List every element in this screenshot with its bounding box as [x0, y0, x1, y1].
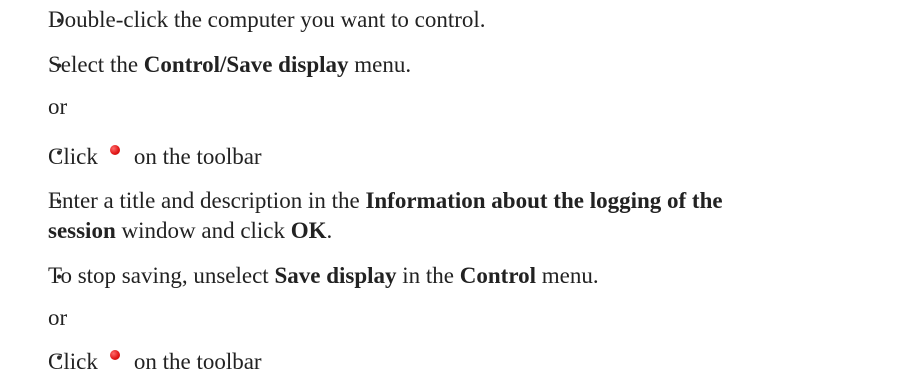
step-text: session window and click OK. [48, 218, 333, 243]
list-item-click-toolbar-stop: • Click on the toolbar [48, 348, 901, 374]
list-item-enter-title-continued: session window and click OK. [48, 219, 901, 243]
list-item-double-click: • Double-click the computer you want to … [48, 8, 901, 32]
step-text: To stop saving, unselect Save display in… [48, 263, 599, 288]
step-text: Double-click the computer you want to co… [48, 7, 486, 32]
bullet: • [56, 11, 63, 31]
window-name-information-logging: Information about the logging of the [365, 188, 723, 213]
menu-path-control-save-display: Control/Save display [143, 52, 349, 77]
or-separator: or [48, 305, 68, 330]
or-separator: or [48, 94, 68, 119]
ok-label: OK [290, 218, 327, 243]
step-text: Select the Control/Save display menu. [48, 52, 412, 77]
list-item-click-toolbar: • Click on the toolbar [48, 143, 901, 169]
control-menu-label: Control [459, 263, 537, 288]
step-text: Click on the toolbar [48, 349, 262, 374]
step-text: Enter a title and description in the Inf… [48, 188, 723, 213]
instruction-list: • Double-click the computer you want to … [0, 0, 907, 374]
list-item-select-menu: • Select the Control/Save display menu. [48, 53, 901, 77]
save-display-label: Save display [274, 263, 397, 288]
step-text: Click on the toolbar [48, 144, 262, 169]
list-item-enter-title: • Enter a title and description in the I… [48, 189, 901, 213]
record-icon [109, 145, 120, 155]
bullet: • [56, 267, 63, 287]
record-icon [109, 350, 120, 360]
bullet: • [56, 192, 63, 212]
bullet: • [56, 348, 63, 368]
list-item-stop-saving: • To stop saving, unselect Save display … [48, 264, 901, 288]
bullet: • [56, 143, 63, 163]
bullet: • [56, 56, 63, 76]
